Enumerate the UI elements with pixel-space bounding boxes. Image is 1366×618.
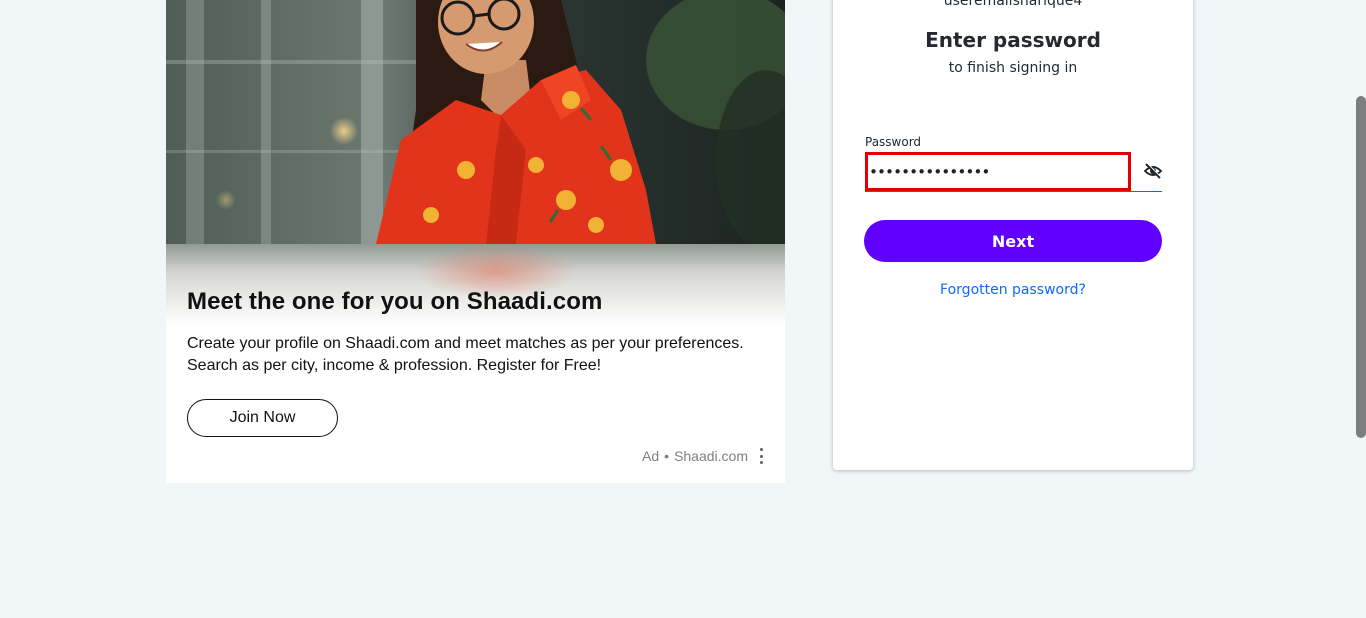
ad-label: Ad bbox=[642, 448, 660, 464]
page-subtitle: to finish signing in bbox=[948, 60, 1078, 76]
ad-sponsor[interactable]: Shaadi.com bbox=[674, 448, 748, 464]
ad-separator: • bbox=[664, 448, 670, 464]
page-title: Enter password bbox=[925, 28, 1101, 52]
ad-card[interactable]: Meet the one for you on Shaadi.com Creat… bbox=[166, 0, 785, 483]
page: Meet the one for you on Shaadi.com Creat… bbox=[0, 0, 1366, 618]
eye-off-icon[interactable] bbox=[1143, 162, 1163, 180]
join-now-button[interactable]: Join Now bbox=[187, 399, 338, 437]
password-field-underline bbox=[865, 191, 1162, 192]
password-input[interactable] bbox=[865, 152, 1131, 191]
ad-footer: Ad • Shaadi.com bbox=[642, 447, 766, 465]
ad-title[interactable]: Meet the one for you on Shaadi.com bbox=[187, 288, 602, 316]
password-label: Password bbox=[865, 135, 922, 149]
next-button[interactable]: Next bbox=[864, 220, 1162, 262]
ad-image[interactable] bbox=[166, 0, 785, 244]
scrollbar-thumb[interactable] bbox=[1356, 96, 1366, 438]
signin-card: useremailsharique4 Enter password to fin… bbox=[833, 0, 1193, 470]
username-display: useremailsharique4 bbox=[943, 0, 1083, 9]
more-vertical-icon[interactable] bbox=[756, 447, 766, 465]
ad-description: Create your profile on Shaadi.com and me… bbox=[187, 335, 744, 374]
forgot-password-link[interactable]: Forgotten password? bbox=[833, 282, 1193, 298]
